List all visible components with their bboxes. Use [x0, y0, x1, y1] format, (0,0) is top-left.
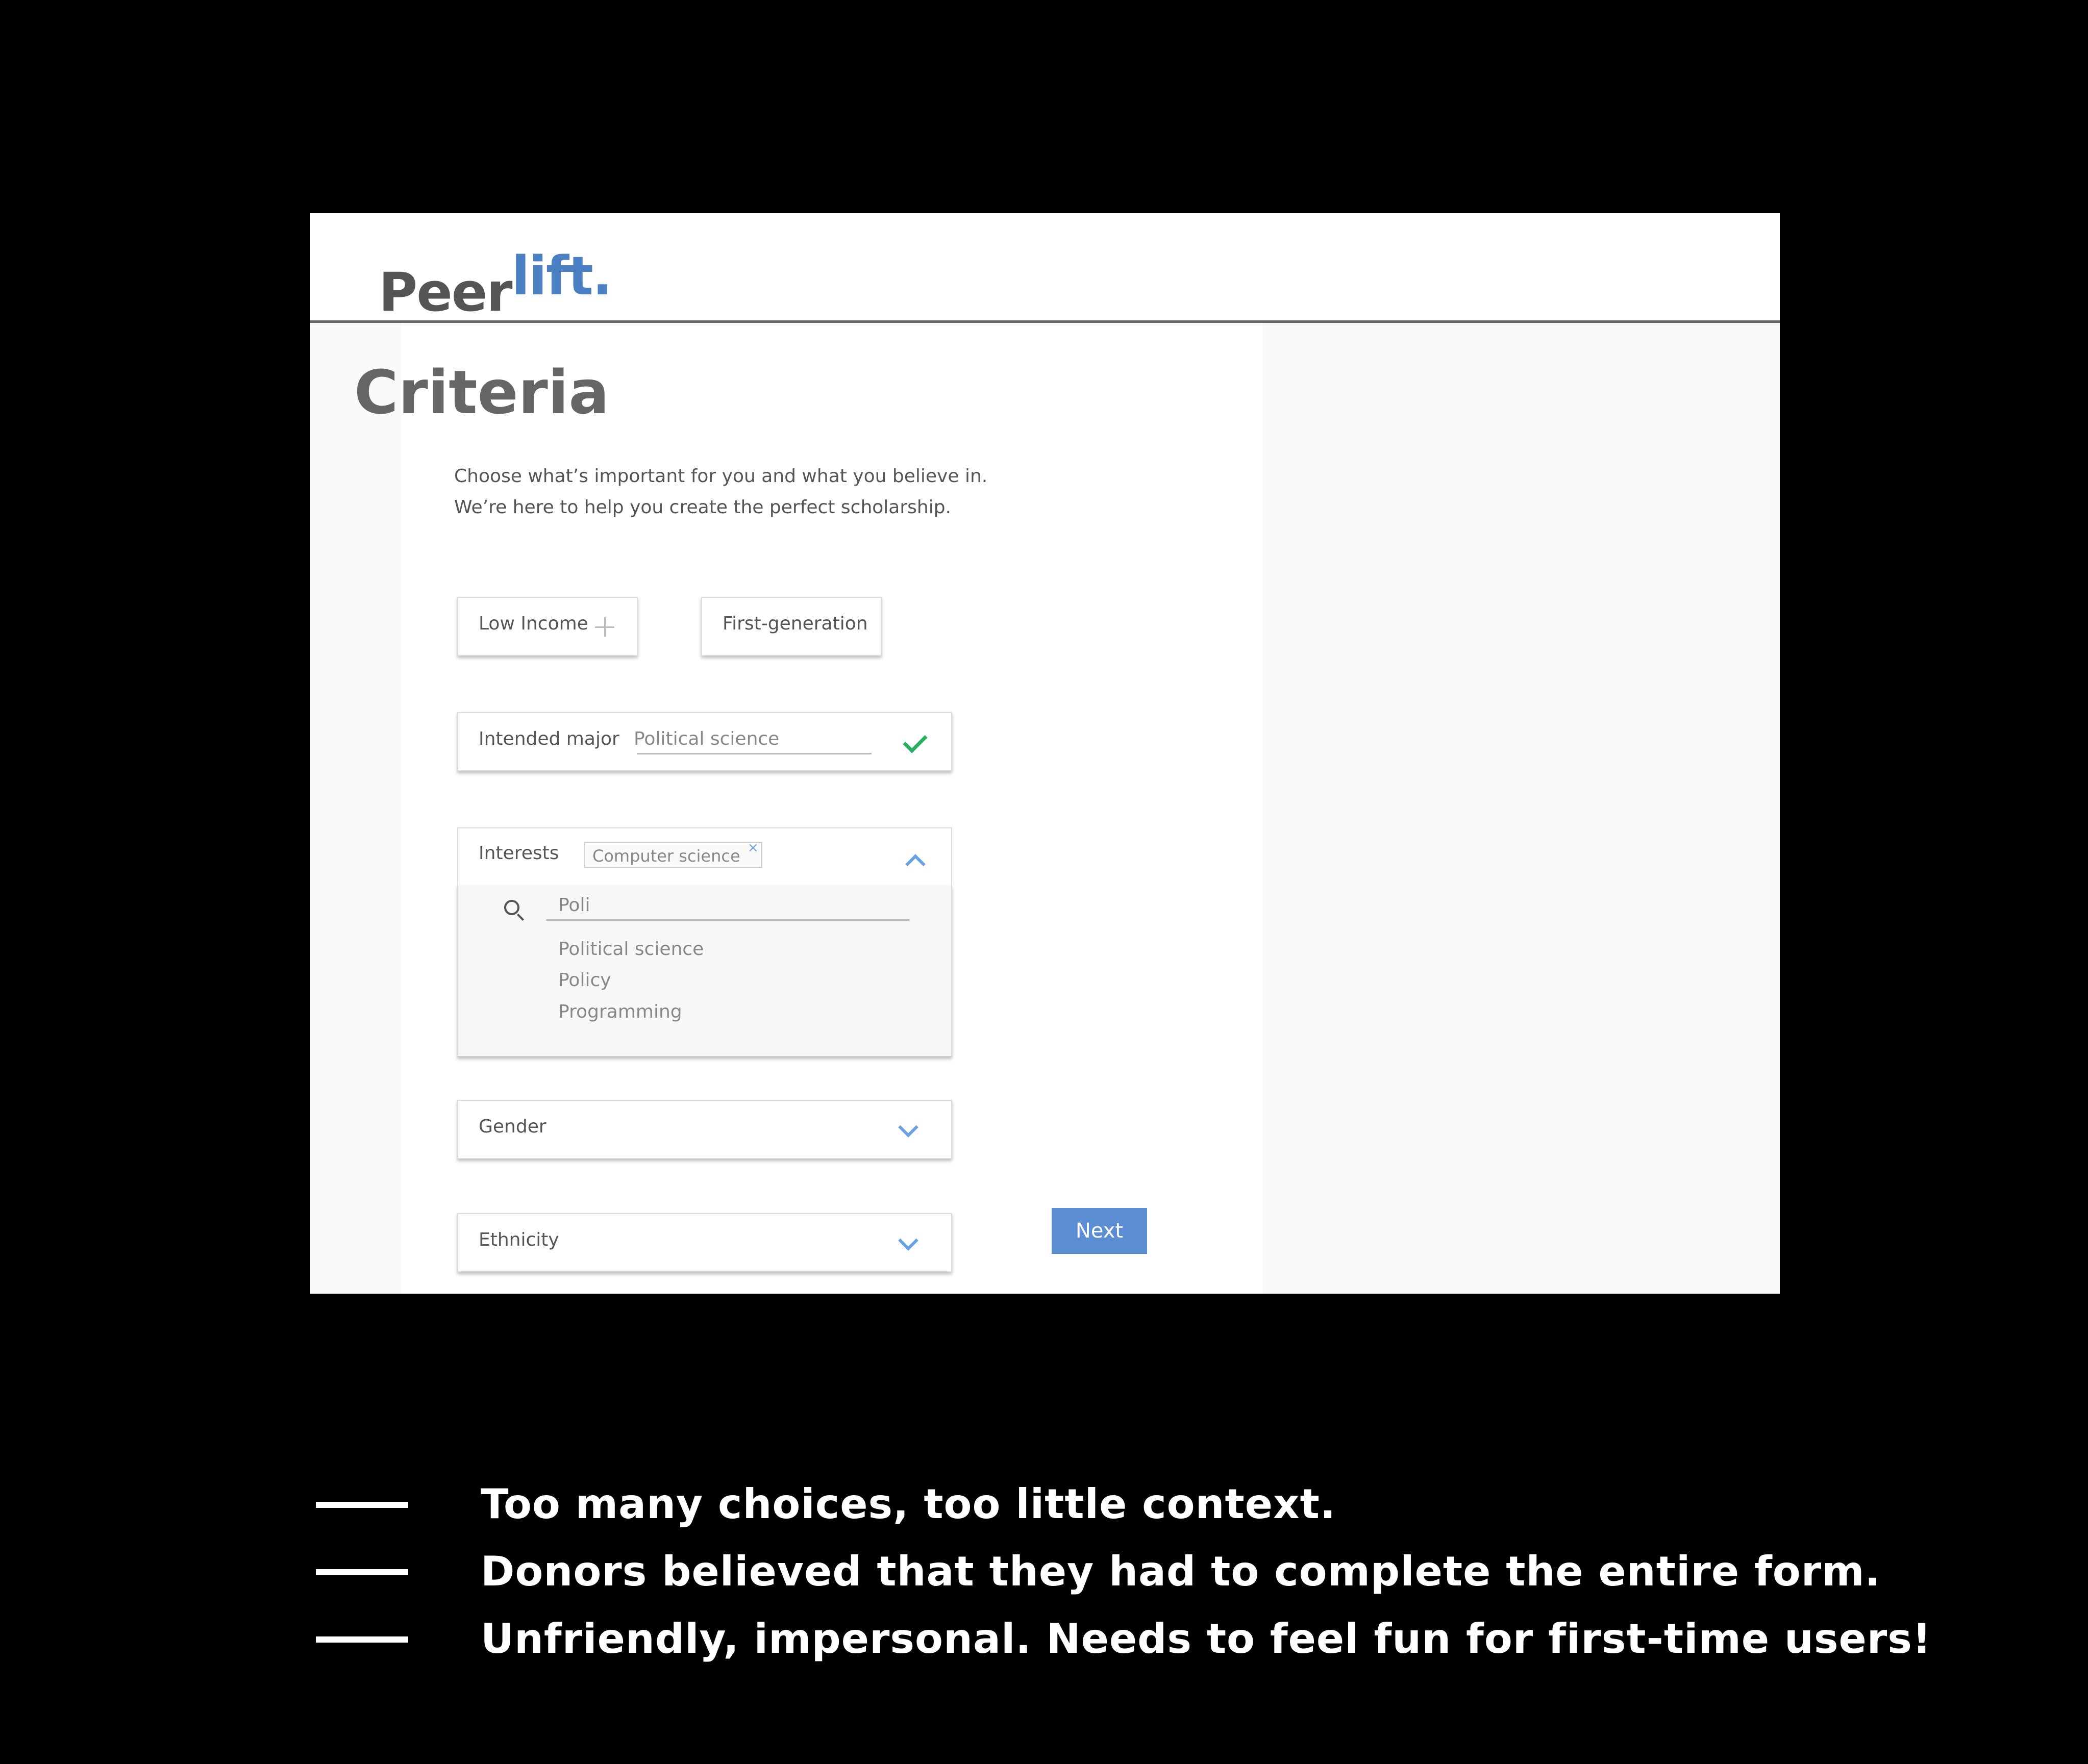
- note-text: Donors believed that they had to complet…: [481, 1548, 1881, 1595]
- search-icon: [504, 900, 519, 915]
- first-generation-label: First-generation: [723, 613, 868, 634]
- interest-option[interactable]: Programming: [558, 1001, 682, 1022]
- intended-major-underline: [637, 753, 872, 754]
- low-income-label: Low Income: [479, 613, 588, 634]
- gender-dropdown[interactable]: Gender: [457, 1100, 952, 1159]
- right-side-panel: [1263, 323, 1780, 1294]
- next-button[interactable]: Next: [1052, 1208, 1147, 1254]
- page-intro: Choose what’s important for you and what…: [454, 461, 987, 523]
- logo-part-peer: Peer: [379, 261, 513, 323]
- peerlift-logo[interactable]: Peerlift.: [379, 245, 613, 323]
- tag-remove-icon[interactable]: ×: [748, 840, 759, 855]
- intro-line-2: We’re here to help you create the perfec…: [454, 497, 952, 518]
- gender-label: Gender: [479, 1116, 546, 1137]
- note-bullet-line: [316, 1569, 408, 1575]
- interest-tag-label: Computer science: [592, 846, 740, 866]
- interest-option[interactable]: Political science: [558, 939, 704, 960]
- interests-search-input[interactable]: Poli: [558, 895, 590, 916]
- interests-dropdown-panel: Poli Political science Policy Programmin…: [457, 886, 952, 1057]
- intended-major-field[interactable]: Intended major Political science: [457, 712, 952, 771]
- interests-label: Interests: [479, 843, 559, 864]
- page-title: Criteria: [354, 357, 609, 427]
- intended-major-label: Intended major: [479, 728, 619, 749]
- search-underline: [546, 919, 909, 921]
- chevron-up-icon[interactable]: [905, 854, 926, 874]
- logo-part-lift: lift.: [511, 245, 613, 307]
- low-income-button[interactable]: Low Income: [457, 597, 638, 656]
- intro-line-1: Choose what’s important for you and what…: [454, 466, 988, 487]
- interest-tag-computer-science[interactable]: Computer science ×: [584, 840, 762, 868]
- check-icon: [903, 728, 928, 753]
- first-generation-button[interactable]: First-generation: [701, 597, 882, 656]
- note-bullet-line: [316, 1502, 408, 1508]
- interest-option[interactable]: Policy: [558, 970, 611, 991]
- intended-major-value[interactable]: Political science: [634, 728, 779, 749]
- top-header: Peerlift.: [310, 213, 1780, 323]
- note-text: Unfriendly, impersonal. Needs to feel fu…: [481, 1615, 1932, 1662]
- plus-icon: [595, 617, 614, 637]
- interests-field[interactable]: Interests Computer science ×: [457, 827, 952, 887]
- note-bullet-line: [316, 1636, 408, 1643]
- chevron-down-icon: [898, 1117, 918, 1138]
- note-text: Too many choices, too little context.: [481, 1480, 1336, 1528]
- ethnicity-dropdown[interactable]: Ethnicity: [457, 1213, 952, 1272]
- ethnicity-label: Ethnicity: [479, 1229, 559, 1250]
- chevron-down-icon: [898, 1230, 918, 1251]
